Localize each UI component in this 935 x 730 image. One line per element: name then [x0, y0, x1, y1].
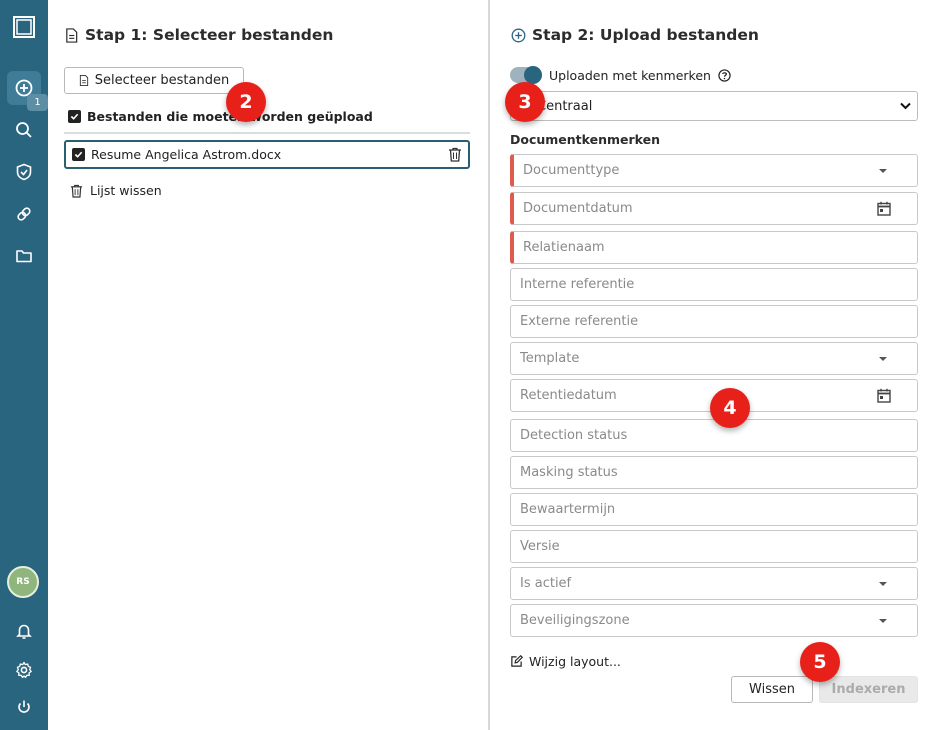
upload-count-badge: 1 — [27, 94, 48, 111]
clear-list-label: Lijst wissen — [90, 183, 162, 198]
field-placeholder: Template — [520, 351, 580, 366]
edit-layout-label: Wijzig layout... — [529, 654, 621, 669]
attribute-field-text[interactable]: Versie — [510, 530, 918, 563]
user-avatar[interactable]: RS — [7, 566, 39, 598]
field-placeholder: Documenttype — [523, 163, 620, 178]
clear-button-label: Wissen — [749, 682, 795, 697]
list-divider — [64, 132, 470, 134]
sidebar: 1 RS — [0, 0, 48, 730]
select-files-label: Selecteer bestanden — [94, 73, 230, 88]
location-select[interactable]: Centraal — [510, 91, 918, 121]
check-icon — [70, 113, 79, 120]
edit-layout-link[interactable]: Wijzig layout... — [510, 654, 621, 669]
app-logo[interactable] — [7, 10, 41, 44]
sidebar-item-integrations[interactable] — [7, 197, 41, 231]
field-placeholder: Versie — [520, 539, 560, 554]
bell-icon — [16, 624, 32, 639]
attribute-field-text[interactable]: Relatienaam — [510, 231, 918, 264]
callout-marker-4: 4 — [710, 388, 750, 428]
field-placeholder: Externe referentie — [520, 314, 639, 329]
search-icon — [16, 122, 32, 138]
step1-title: Stap 1: Selecteer bestanden — [64, 26, 333, 44]
help-icon[interactable] — [718, 68, 731, 82]
step2-title-text: Stap 2: Upload bestanden — [532, 26, 759, 44]
plus-circle-icon — [511, 28, 526, 42]
calendar-icon[interactable] — [877, 201, 891, 216]
sidebar-item-search[interactable] — [7, 113, 41, 147]
attribute-field-text[interactable]: Masking status — [510, 456, 918, 489]
select-all-checkbox[interactable] — [68, 110, 81, 123]
upload-with-metadata-toggle[interactable] — [510, 66, 542, 84]
shield-icon — [16, 163, 32, 181]
step2-panel: Stap 2: Upload bestanden Uploaden met ke… — [492, 0, 935, 730]
attribute-field-text[interactable]: Externe referentie — [510, 305, 918, 338]
attribute-field-text[interactable]: Interne referentie — [510, 268, 918, 301]
file-list-item[interactable]: Resume Angelica Astrom.docx — [64, 140, 470, 169]
file-checkbox[interactable] — [72, 148, 85, 161]
index-button-label: Indexeren — [831, 682, 906, 697]
window-icon — [13, 16, 35, 38]
caret-down-icon — [879, 168, 887, 173]
caret-down-icon — [879, 618, 887, 623]
file-icon — [79, 75, 88, 86]
folder-icon — [16, 250, 32, 263]
sidebar-item-notifications[interactable] — [7, 614, 41, 648]
chevron-down-icon — [900, 102, 911, 110]
field-placeholder: Is actief — [520, 576, 572, 591]
callout-marker-5: 5 — [800, 642, 840, 682]
field-placeholder: Detection status — [520, 428, 628, 443]
field-placeholder: Masking status — [520, 465, 618, 480]
upload-with-metadata-row: Uploaden met kenmerken — [510, 66, 731, 84]
field-placeholder: Interne referentie — [520, 277, 635, 292]
edit-icon — [511, 655, 523, 667]
sidebar-item-logout[interactable] — [7, 690, 41, 724]
callout-marker-3: 3 — [505, 82, 545, 122]
attribute-field-text[interactable]: Detection status — [510, 419, 918, 452]
attribute-field-text[interactable]: Bewaartermijn — [510, 493, 918, 526]
step2-title: Stap 2: Upload bestanden — [511, 26, 759, 44]
calendar-icon[interactable] — [877, 388, 891, 403]
step1-title-text: Stap 1: Selecteer bestanden — [85, 26, 334, 44]
trash-icon[interactable] — [448, 147, 462, 162]
gear-icon — [16, 661, 32, 679]
files-list-header[interactable]: Bestanden die moeten worden geüpload — [68, 109, 373, 124]
index-button[interactable]: Indexeren — [819, 676, 918, 703]
attribute-field-dropdown[interactable]: Beveiligingszone — [510, 604, 918, 637]
document-attributes-label: Documentkenmerken — [510, 132, 661, 147]
power-icon — [18, 700, 30, 713]
sidebar-item-folders[interactable] — [7, 239, 41, 273]
file-name: Resume Angelica Astrom.docx — [91, 147, 282, 162]
link-icon — [17, 207, 31, 221]
clear-list-button[interactable]: Lijst wissen — [70, 183, 162, 198]
select-files-button[interactable]: Selecteer bestanden — [64, 67, 244, 94]
document-icon — [66, 27, 78, 43]
caret-down-icon — [879, 581, 887, 586]
field-placeholder: Relatienaam — [523, 240, 605, 255]
sidebar-item-settings[interactable] — [7, 653, 41, 687]
field-placeholder: Beveiligingszone — [520, 613, 630, 628]
toggle-label: Uploaden met kenmerken — [549, 67, 711, 83]
attribute-field-date[interactable]: Documentdatum — [510, 192, 918, 225]
attribute-field-dropdown[interactable]: Is actief — [510, 567, 918, 600]
field-placeholder: Bewaartermijn — [520, 502, 616, 517]
clear-button[interactable]: Wissen — [731, 676, 813, 703]
field-placeholder: Documentdatum — [523, 201, 633, 216]
attribute-field-dropdown[interactable]: Documenttype — [510, 154, 918, 187]
callout-marker-2: 2 — [226, 82, 266, 122]
location-select-value: Centraal — [537, 98, 593, 114]
step1-panel: Stap 1: Selecteer bestanden Selecteer be… — [48, 0, 490, 730]
trash-icon — [70, 184, 83, 198]
field-placeholder: Retentiedatum — [520, 388, 617, 403]
check-icon — [74, 151, 83, 158]
sidebar-item-security[interactable] — [7, 155, 41, 189]
attribute-field-dropdown[interactable]: Template — [510, 342, 918, 375]
caret-down-icon — [879, 356, 887, 361]
